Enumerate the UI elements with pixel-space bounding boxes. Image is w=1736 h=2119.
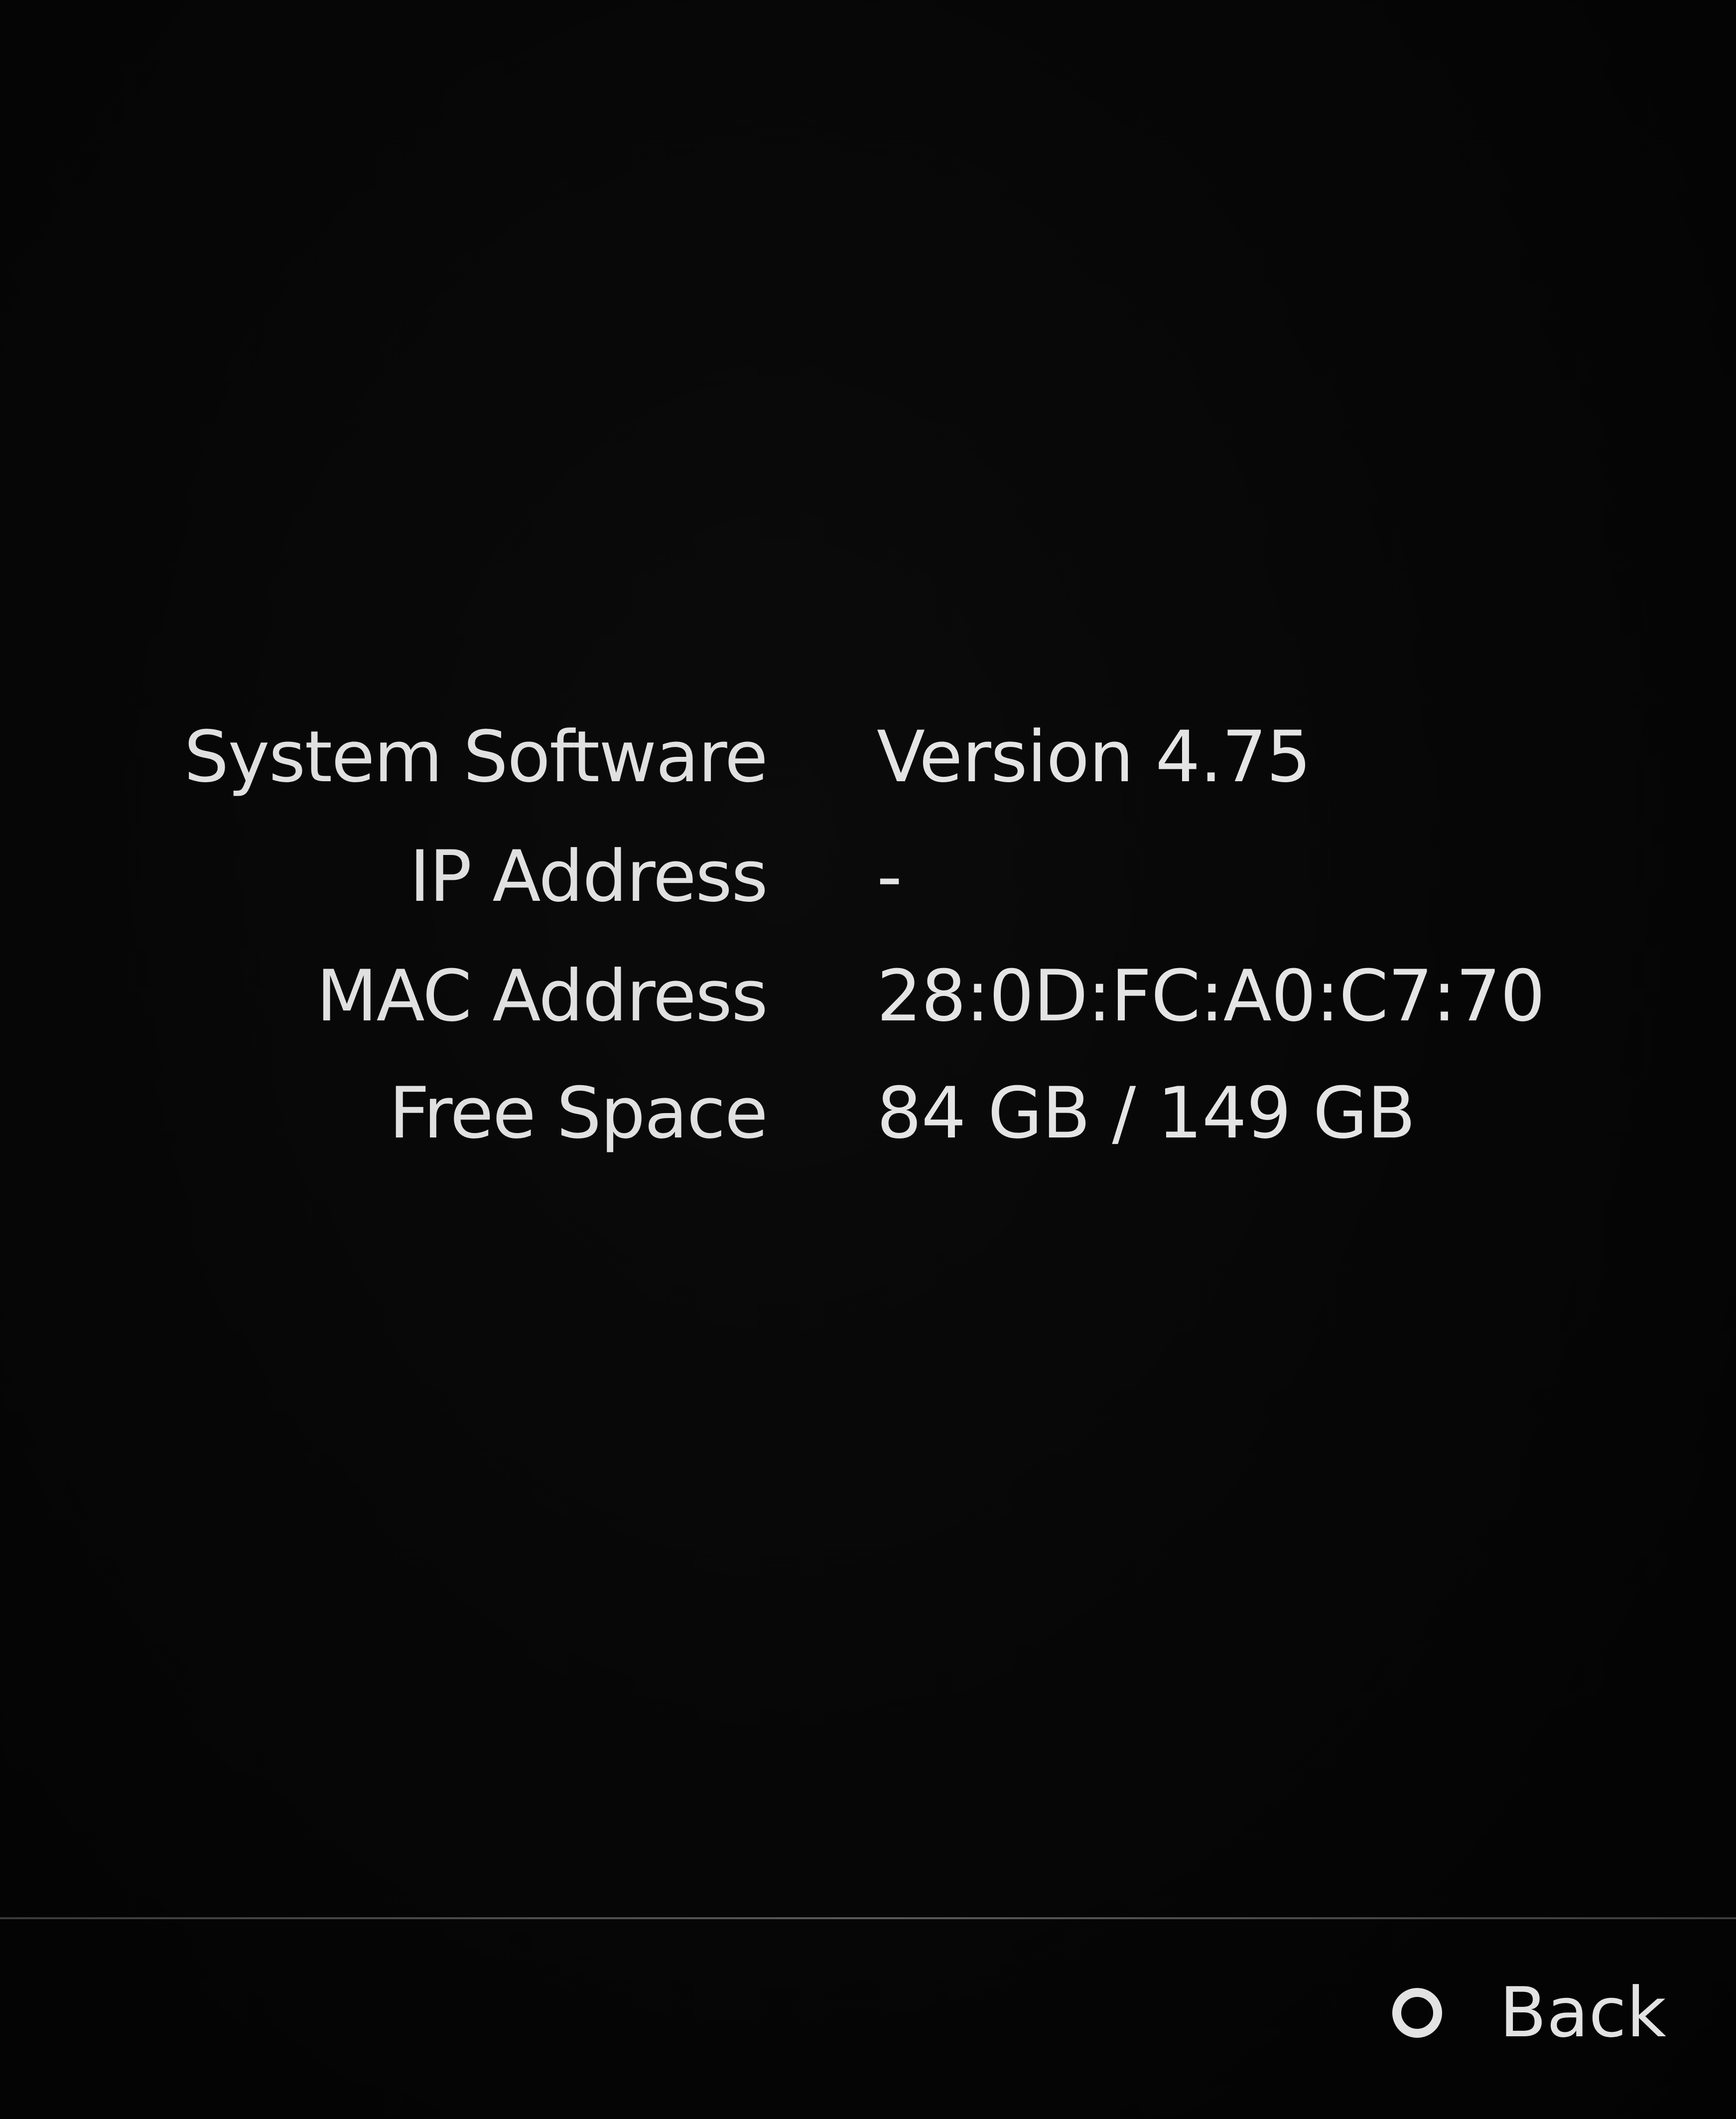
info-row-free-space: Free Space 84 GB / 149 GB bbox=[0, 1064, 1736, 1163]
info-value: 84 GB / 149 GB bbox=[877, 1072, 1416, 1154]
info-row-mac-address: MAC Address 28:0D:FC:A0:C7:70 bbox=[0, 947, 1736, 1046]
info-value: 28:0D:FC:A0:C7:70 bbox=[877, 955, 1545, 1037]
system-info-panel: System Software Version 4.75 IP Address … bbox=[0, 707, 1736, 1176]
info-label: MAC Address bbox=[316, 955, 768, 1037]
circle-button-icon bbox=[1392, 1988, 1442, 2038]
info-row-system-software: System Software Version 4.75 bbox=[0, 707, 1736, 807]
info-label: Free Space bbox=[389, 1072, 768, 1154]
footer-divider bbox=[0, 1917, 1736, 1919]
info-row-ip-address: IP Address - bbox=[0, 827, 1736, 927]
info-value: - bbox=[877, 836, 902, 918]
back-label: Back bbox=[1499, 1973, 1667, 2053]
info-label: IP Address bbox=[409, 836, 768, 918]
info-value: Version 4.75 bbox=[877, 716, 1311, 798]
info-label: System Software bbox=[184, 716, 768, 798]
back-button[interactable]: Back bbox=[1392, 1973, 1666, 2063]
